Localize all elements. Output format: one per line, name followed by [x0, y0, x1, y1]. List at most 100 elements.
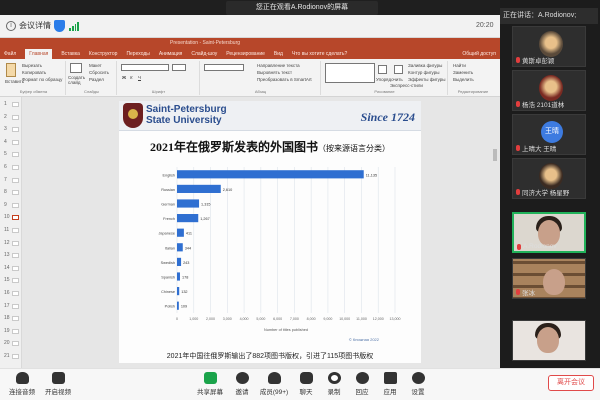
- slide-thumbnail[interactable]: [12, 354, 19, 359]
- security-shield-icon[interactable]: [54, 20, 65, 32]
- arrange-icon[interactable]: [378, 65, 387, 74]
- thumb-number: 14: [4, 264, 10, 271]
- thumb-number: 13: [4, 252, 10, 259]
- find-button[interactable]: Найти: [453, 63, 466, 68]
- copy-button[interactable]: Копировать: [22, 70, 46, 75]
- quick-styles-button[interactable]: Экспресс-стили: [390, 83, 423, 88]
- cut-button[interactable]: Вырезать: [22, 63, 42, 68]
- shape-effects-button[interactable]: Эффекты фигуры: [408, 77, 446, 82]
- ppt-tell-me[interactable]: Что вы хотите сделать?: [292, 51, 347, 57]
- ppt-tab-insert[interactable]: Вставка: [61, 51, 80, 57]
- slide-thumbnail[interactable]: [12, 265, 19, 271]
- video-button[interactable]: 开启视频: [38, 372, 78, 400]
- slide-thumbnail[interactable]: [12, 202, 19, 208]
- font-name-select[interactable]: [121, 64, 169, 71]
- bar-value-label: 1,315: [201, 203, 211, 207]
- thumb-number: 4: [4, 138, 7, 145]
- select-button[interactable]: Выделить: [453, 77, 474, 82]
- slide-thumbnail[interactable]: [12, 303, 19, 309]
- network-signal-icon[interactable]: [69, 21, 79, 31]
- slide-thumbnail[interactable]: [12, 165, 19, 170]
- slide-thumbnail-panel[interactable]: 1 2 3 4 5 6 7 8 9 10 11 12 13 14 15 16 17 18 19 20 21: [0, 97, 22, 368]
- slide-thumbnail[interactable]: [12, 139, 19, 145]
- participant-tile[interactable]: [512, 320, 586, 361]
- new-slide-button[interactable]: Создать слайд: [68, 75, 86, 85]
- shapes-gallery[interactable]: [325, 63, 375, 83]
- slide-thumbnail[interactable]: [12, 341, 19, 347]
- ppt-tab-file[interactable]: Файл: [4, 51, 16, 57]
- participant-tile[interactable]: 杨浩 2101道林: [512, 70, 586, 111]
- ppt-tab-view[interactable]: Вид: [274, 51, 283, 57]
- replace-button[interactable]: Заменить: [453, 70, 473, 75]
- university-crest-icon: [123, 103, 143, 128]
- ppt-tab-home[interactable]: Главная: [25, 48, 53, 59]
- text-direction-button[interactable]: Направление текста: [257, 63, 300, 68]
- audio-button[interactable]: 连接音频: [2, 372, 42, 400]
- slide-thumbnail[interactable]: [12, 316, 19, 322]
- meeting-clock: 20:20: [476, 22, 494, 29]
- participant-tile[interactable]: 王晴 上晴大 王晴: [512, 114, 586, 155]
- layout-button[interactable]: Макет: [89, 63, 102, 68]
- gear-icon: [411, 372, 425, 384]
- ppt-share-button[interactable]: Общий доступ: [462, 51, 500, 57]
- slide-thumbnail[interactable]: [12, 291, 19, 296]
- editor-scrollbar[interactable]: [493, 149, 497, 161]
- slides-group-label: Слайды: [84, 89, 99, 94]
- slide-thumbnail[interactable]: [12, 114, 19, 120]
- font-size-select[interactable]: [172, 64, 186, 71]
- bar-spanish: [177, 272, 180, 281]
- info-icon: i: [6, 20, 16, 31]
- reset-button[interactable]: Сбросить: [89, 70, 109, 75]
- participant-name-label: 张冰: [516, 287, 535, 297]
- italic-button[interactable]: К: [130, 75, 133, 80]
- slide-thumbnail[interactable]: [12, 240, 19, 246]
- participant-tile[interactable]: 张冰: [512, 258, 586, 299]
- section-button[interactable]: Раздел: [89, 77, 104, 82]
- ppt-tab-review[interactable]: Рецензирование: [226, 51, 265, 57]
- slide-thumbnail[interactable]: [12, 278, 19, 284]
- slide-thumbnail[interactable]: [12, 152, 19, 158]
- thumb-number: 2: [4, 113, 7, 120]
- arrange-button[interactable]: Упорядочить: [376, 77, 403, 82]
- slide-thumbnail[interactable]: [12, 215, 19, 221]
- underline-button[interactable]: Ч: [138, 75, 141, 80]
- ppt-tab-slideshow[interactable]: Слайд-шоу: [191, 51, 217, 57]
- ppt-ribbon: Вставить Вырезать Копировать Формат по о…: [0, 59, 500, 97]
- slide-thumbnail[interactable]: [12, 228, 19, 233]
- leave-meeting-button[interactable]: 离开会议: [548, 375, 594, 391]
- foreign-books-bar-chart: 0 1,000 2,000 3,000 4,000 5,000 6,000 7,000 8,00…: [159, 167, 401, 332]
- slide-thumbnail[interactable]: [12, 127, 19, 133]
- slide-thumbnail[interactable]: [12, 177, 19, 183]
- ppt-tab-design[interactable]: Конструктор: [89, 51, 118, 57]
- list-buttons[interactable]: [204, 64, 244, 71]
- slide-thumbnail[interactable]: [12, 190, 19, 196]
- paste-icon[interactable]: [6, 63, 16, 77]
- participant-tile[interactable]: 黄斯卓彭颖: [512, 26, 586, 67]
- bar-chinese: [177, 287, 180, 296]
- meeting-toolbar: 连接音频 开启视频 共享屏幕 邀请 成员(99+) 聊天 录制 回应 应用 设置: [0, 368, 600, 400]
- chart-source-footer: © Книжная 2022: [348, 337, 379, 342]
- shape-fill-button[interactable]: Заливка фигуры: [408, 63, 442, 68]
- smartart-button[interactable]: Преобразовать в SmartArt: [257, 77, 312, 82]
- settings-button[interactable]: 设置: [398, 372, 438, 400]
- ppt-tab-animation[interactable]: Анимация: [159, 51, 182, 57]
- shape-outline-button[interactable]: Контур фигуры: [408, 70, 439, 75]
- participant-tile[interactable]: A.Rodionov: [512, 212, 586, 253]
- align-text-button[interactable]: Выровнять текст: [257, 70, 292, 75]
- meeting-info-button[interactable]: i 会议详情: [6, 20, 51, 31]
- ppt-tab-transitions[interactable]: Переходы: [126, 51, 149, 57]
- speaking-name: A.Rodionov;: [538, 12, 577, 19]
- slide-thumbnail[interactable]: [12, 253, 19, 259]
- speaking-indicator: 正在讲话：A.Rodionov;: [500, 8, 598, 24]
- slide-thumbnail[interactable]: [12, 328, 19, 334]
- bold-button[interactable]: Ж: [122, 75, 126, 80]
- new-slide-icon[interactable]: [70, 63, 82, 73]
- bar-value-label: 2,610: [223, 188, 233, 192]
- slide-thumbnail[interactable]: [12, 102, 19, 107]
- category-label: Chinese: [161, 290, 175, 294]
- invite-icon: [235, 372, 249, 384]
- format-painter-button[interactable]: Формат по образцу: [22, 77, 62, 82]
- quick-styles-icon[interactable]: [394, 65, 403, 74]
- participant-tile[interactable]: 同济大学 杨星野: [512, 158, 586, 199]
- x-tick-label: 12,000: [373, 317, 384, 321]
